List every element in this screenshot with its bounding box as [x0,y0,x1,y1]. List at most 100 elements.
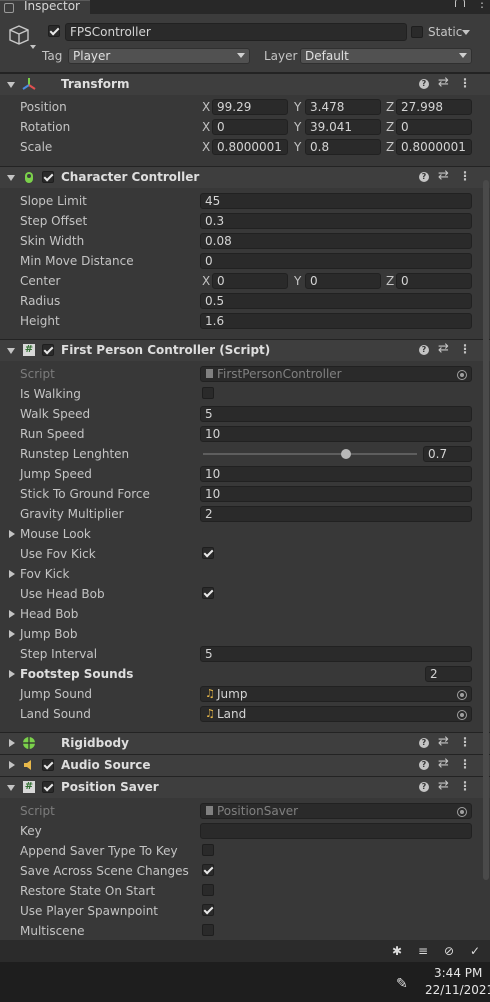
stick-to-ground-force-field[interactable]: 10 [200,486,472,502]
rigidbody-header[interactable]: Rigidbody ? ⇄ ⋮ [0,732,490,754]
audio-source-enabled-checkbox[interactable] [42,759,54,771]
character-controller-header[interactable]: Character Controller ? ⇄ ⋮ [0,166,490,188]
axis-z-label[interactable]: Z [386,140,394,154]
preset-icon[interactable]: ⇄ [438,734,449,749]
scale-x-field[interactable]: 0.8000001 [212,139,288,155]
jump-sound-field[interactable]: ♫ Jump [200,686,472,702]
fold-right-icon[interactable] [9,739,15,747]
clock-date[interactable]: 22/11/2021 [425,983,490,997]
help-icon[interactable]: ? [419,172,429,182]
static-caret-icon[interactable] [462,30,470,35]
axis-x-label[interactable]: X [202,140,210,154]
component-menu-icon[interactable]: ⋮ [459,735,471,749]
fov-kick-foldout[interactable]: Fov Kick [20,567,69,581]
save-across-scenes-checkbox[interactable] [202,864,214,876]
tag-dropdown[interactable]: Player [68,48,250,64]
runstep-slider-thumb[interactable] [340,449,351,459]
footstep-sounds-foldout[interactable]: Footstep Sounds [20,667,133,681]
position-z-field[interactable]: 27.998 [396,99,472,115]
restore-state-checkbox[interactable] [202,884,214,896]
land-sound-field[interactable]: ♫ Land [200,706,472,722]
footstep-sounds-size-field[interactable]: 2 [425,666,472,682]
help-icon[interactable]: ? [419,760,429,770]
fps-script-header[interactable]: # First Person Controller (Script) ? ⇄ ⋮ [0,339,490,361]
position-saver-header[interactable]: # Position Saver ? ⇄ ⋮ [0,776,490,798]
use-player-spawnpoint-checkbox[interactable] [202,904,214,916]
axis-z-label[interactable]: Z [386,274,394,288]
is-walking-checkbox[interactable] [202,387,214,399]
jump-speed-field[interactable]: 10 [200,466,472,482]
object-picker-icon[interactable] [457,690,467,700]
component-menu-icon[interactable]: ⋮ [459,779,471,793]
scale-z-field[interactable]: 0.8000001 [396,139,472,155]
fold-right-icon[interactable] [9,570,15,578]
slope-limit-field[interactable]: 45 [200,193,472,209]
walk-speed-field[interactable]: 5 [200,406,472,422]
debug-icon[interactable]: ✱ [390,944,404,958]
rotation-x-field[interactable]: 0 [212,119,288,135]
axis-x-label[interactable]: X [202,120,210,134]
tab-inspector[interactable]: Inspector [0,0,90,15]
runstep-slider-track[interactable] [203,453,417,455]
fold-down-icon[interactable] [7,82,15,88]
audio-source-header[interactable]: Audio Source ? ⇄ ⋮ [0,754,490,776]
axis-y-label[interactable]: Y [294,120,301,134]
fold-down-icon[interactable] [7,348,15,354]
height-field[interactable]: 1.6 [200,313,472,329]
center-x-field[interactable]: 0 [212,273,288,289]
axis-y-label[interactable]: Y [294,100,301,114]
fold-right-icon[interactable] [9,610,15,618]
head-bob-foldout[interactable]: Head Bob [20,607,78,621]
icon-dropdown-caret-icon[interactable] [30,45,36,49]
fps-script-enabled-checkbox[interactable] [42,344,54,356]
radius-field[interactable]: 0.5 [200,293,472,309]
visibility-icon[interactable]: ⊘ [442,944,456,958]
scale-y-field[interactable]: 0.8 [305,139,381,155]
preset-icon[interactable]: ⇄ [438,341,449,356]
jump-bob-foldout[interactable]: Jump Bob [20,627,77,641]
axis-x-label[interactable]: X [202,100,210,114]
run-speed-field[interactable]: 10 [200,426,472,442]
object-picker-icon[interactable] [457,710,467,720]
position-y-field[interactable]: 3.478 [305,99,381,115]
axis-z-label[interactable]: Z [386,100,394,114]
position-saver-enabled-checkbox[interactable] [42,781,54,793]
pen-icon[interactable]: ✎ [396,976,408,992]
preset-icon[interactable]: ⇄ [438,756,449,771]
gameobject-name-field[interactable]: FPSController [65,23,407,41]
key-field[interactable] [200,823,472,839]
mouse-look-foldout[interactable]: Mouse Look [20,527,91,541]
axis-y-label[interactable]: Y [294,140,301,154]
transform-header[interactable]: Transform ? ⇄ ⋮ [0,73,490,95]
fold-down-icon[interactable] [7,175,15,181]
fold-right-icon[interactable] [9,761,15,769]
layers-icon[interactable]: ≡ [416,944,430,958]
character-controller-enabled-checkbox[interactable] [42,171,54,183]
inspector-scrollbar[interactable] [483,180,489,880]
check-circle-icon[interactable]: ✓ [468,944,482,958]
fold-right-icon[interactable] [9,530,15,538]
layer-dropdown[interactable]: Default [300,48,472,64]
center-y-field[interactable]: 0 [305,273,381,289]
append-saver-type-checkbox[interactable] [202,844,214,856]
component-menu-icon[interactable]: ⋮ [459,76,471,90]
gameobject-cube-icon[interactable] [8,24,30,46]
axis-y-label[interactable]: Y [294,274,301,288]
position-x-field[interactable]: 99.29 [212,99,288,115]
rotation-z-field[interactable]: 0 [396,119,472,135]
component-menu-icon[interactable]: ⋮ [459,169,471,183]
runstep-lenghten-field[interactable]: 0.7 [423,446,472,462]
component-menu-icon[interactable]: ⋮ [459,342,471,356]
skin-width-field[interactable]: 0.08 [200,233,472,249]
active-checkbox[interactable] [48,25,60,37]
axis-z-label[interactable]: Z [386,120,394,134]
preset-icon[interactable]: ⇄ [438,168,449,183]
preset-icon[interactable]: ⇄ [438,778,449,793]
help-icon[interactable]: ? [419,782,429,792]
axis-x-label[interactable]: X [202,274,210,288]
preset-icon[interactable]: ⇄ [438,75,449,90]
static-checkbox[interactable] [411,26,423,38]
fold-down-icon[interactable] [7,785,15,791]
gravity-multiplier-field[interactable]: 2 [200,506,472,522]
multiscene-checkbox[interactable] [202,924,214,936]
